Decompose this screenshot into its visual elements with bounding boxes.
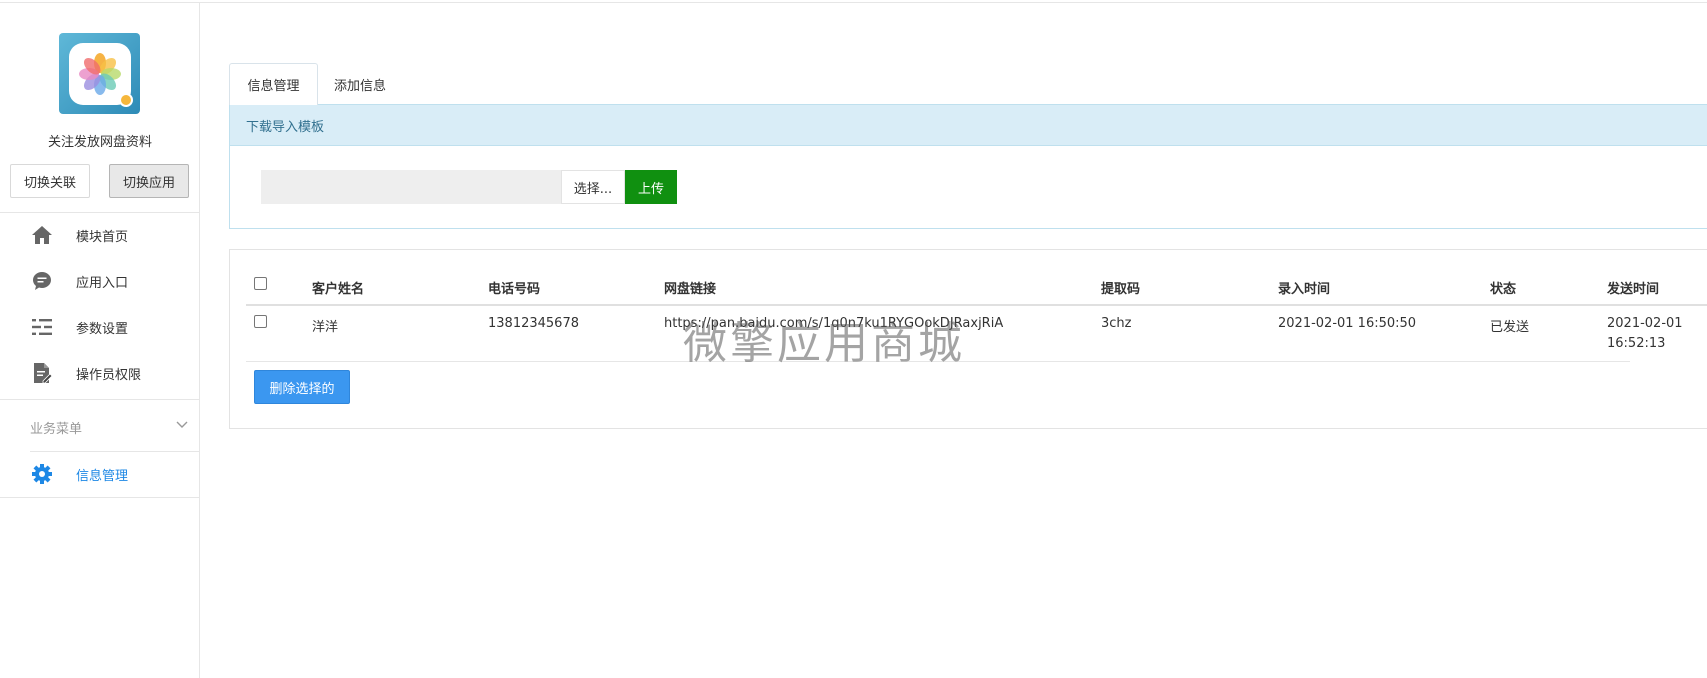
column-header-send-time: 发送时间 (1607, 282, 1660, 297)
sidebar: 关注发放网盘资料 切换关联 切换应用 模块首页 应用入口 参数设置 操作员权限 … (0, 3, 200, 678)
switch-relation-button[interactable]: 切换关联 (10, 164, 90, 198)
sidebar-divider (0, 399, 200, 400)
upload-badge-icon (118, 92, 133, 107)
sliders-icon (30, 315, 54, 339)
info-table-panel: 客户姓名 电话号码 网盘链接 提取码 录入时间 状态 发送时间 洋洋 13812… (229, 249, 1707, 429)
sidebar-item-label: 操作员权限 (76, 367, 142, 383)
sidebar-item-label: 参数设置 (76, 321, 129, 337)
home-icon (30, 223, 54, 247)
upload-panel: 下载导入模板 选择... 上传 (229, 104, 1707, 229)
choose-file-button[interactable]: 选择... (561, 170, 625, 204)
table-row-divider (246, 361, 1630, 362)
business-menu-title[interactable]: 业务菜单 (30, 418, 82, 437)
top-border (0, 0, 1707, 3)
cell-name: 洋洋 (312, 320, 339, 335)
column-header-entry-time: 录入时间 (1278, 282, 1331, 297)
column-header-status: 状态 (1490, 282, 1517, 297)
column-header-code: 提取码 (1101, 282, 1141, 297)
cell-phone: 13812345678 (488, 316, 579, 331)
download-template-link[interactable]: 下载导入模板 (230, 105, 1707, 146)
file-path-input[interactable] (261, 170, 561, 204)
sidebar-item-label: 信息管理 (76, 468, 129, 484)
cell-send-time-date: 2021-02-01 (1607, 316, 1683, 331)
row-checkbox[interactable] (254, 315, 267, 328)
document-edit-icon (30, 361, 54, 385)
sidebar-item-operator-permissions[interactable]: 操作员权限 (0, 351, 199, 395)
table-header-divider (246, 304, 1707, 306)
column-header-phone: 电话号码 (488, 282, 541, 297)
column-header-name: 客户姓名 (312, 282, 365, 297)
delete-selected-button[interactable]: 删除选择的 (254, 370, 350, 404)
cell-send-time-clock: 16:52:13 (1607, 336, 1666, 351)
gear-icon (30, 462, 54, 486)
cell-link: https://pan.baidu.com/s/1q0n7ku1RYGOokDJ… (664, 316, 1004, 331)
cell-status: 已发送 (1490, 320, 1530, 335)
sidebar-item-app-entry[interactable]: 应用入口 (0, 259, 199, 303)
sidebar-item-label: 模块首页 (76, 229, 129, 245)
sidebar-item-module-home[interactable]: 模块首页 (0, 213, 199, 257)
tab-add-info[interactable]: 添加信息 (325, 63, 395, 105)
switch-app-button[interactable]: 切换应用 (109, 164, 189, 198)
tab-info-management[interactable]: 信息管理 (229, 63, 318, 105)
cell-entry-time: 2021-02-01 16:50:50 (1278, 316, 1417, 331)
chat-bubble-icon (30, 269, 54, 293)
cell-code: 3chz (1101, 316, 1132, 331)
photos-flower-icon (68, 42, 133, 107)
chevron-down-icon[interactable] (175, 418, 189, 432)
sidebar-item-label: 应用入口 (76, 275, 129, 291)
app-logo (59, 33, 140, 114)
flower-petals (78, 52, 121, 95)
sidebar-item-parameter-settings[interactable]: 参数设置 (0, 305, 199, 349)
app-name: 关注发放网盘资料 (47, 135, 152, 150)
select-all-checkbox[interactable] (254, 277, 267, 290)
upload-button[interactable]: 上传 (625, 170, 677, 204)
sidebar-item-info-management[interactable]: 信息管理 (0, 452, 199, 496)
sidebar-divider (0, 497, 200, 498)
column-header-link: 网盘链接 (664, 282, 717, 297)
